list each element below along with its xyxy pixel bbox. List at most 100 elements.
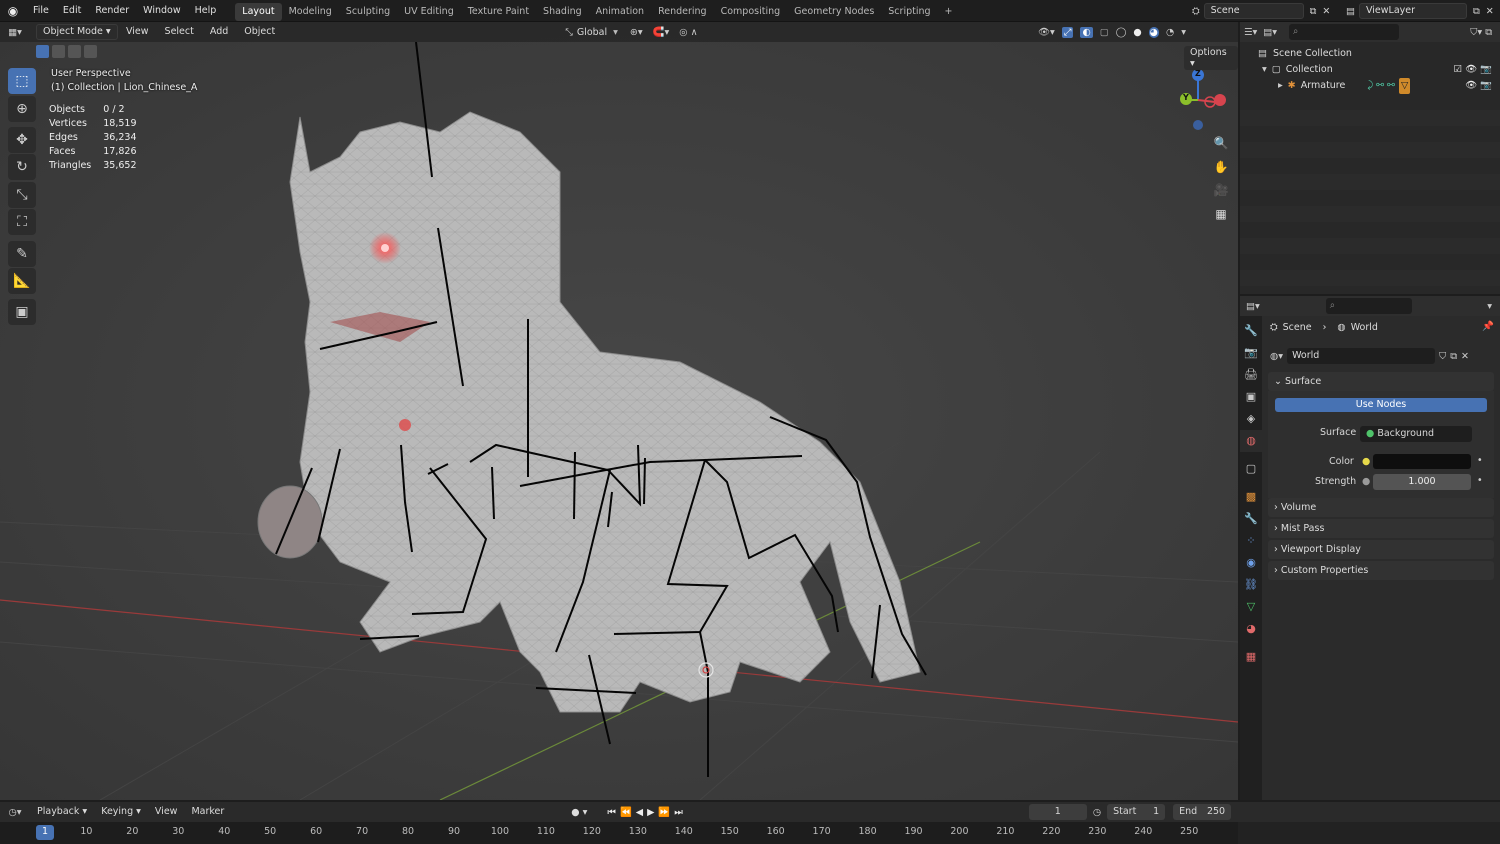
- volume-panel-header[interactable]: › Volume: [1268, 498, 1494, 517]
- view-layer-tab-icon[interactable]: ▣: [1240, 386, 1262, 408]
- collection-visibility-icons[interactable]: ☑ 👁 📷: [1454, 62, 1492, 78]
- timeline-view-menu[interactable]: View: [148, 802, 185, 822]
- jump-keyframe-back-icon[interactable]: ⏪: [620, 807, 636, 818]
- outliner-search-input[interactable]: ⌕: [1289, 24, 1400, 40]
- shading-options-icon[interactable]: ▾: [1181, 27, 1186, 38]
- gizmo-x-axis[interactable]: [1214, 94, 1226, 106]
- scale-tool-icon[interactable]: ⤡: [8, 182, 36, 208]
- timeline[interactable]: ◷▾ Playback ▾ Keying ▾ View Marker ● ▾ ⏮…: [0, 802, 1500, 844]
- outliner-row-armature[interactable]: ▸ ✱ Armature ⤸ ⚯ ⚯ ▽ 👁 📷: [1240, 78, 1500, 94]
- armature-modifier-icons[interactable]: ⤸ ⚯ ⚯: [1367, 78, 1395, 94]
- world-tab-icon[interactable]: ◍: [1240, 430, 1262, 452]
- outliner-editor-type-icon[interactable]: ☰▾: [1244, 27, 1257, 38]
- scene-tab-icon[interactable]: ◈: [1240, 408, 1262, 430]
- keyframe-dot-icon[interactable]: •: [1477, 475, 1483, 486]
- measure-tool-icon[interactable]: 📐: [8, 268, 36, 294]
- pan-hand-icon[interactable]: ✋: [1210, 156, 1232, 178]
- outliner-row-collection[interactable]: ▾ ▢ Collection ☑ 👁 📷: [1240, 62, 1500, 78]
- menu-add[interactable]: Add: [202, 22, 236, 42]
- select-box-tool-icon[interactable]: ⬚: [8, 68, 36, 94]
- play-reverse-icon[interactable]: ◀: [636, 807, 647, 818]
- tab-texture-paint[interactable]: Texture Paint: [461, 3, 536, 21]
- new-view-layer-icon[interactable]: ⧉: [1473, 6, 1480, 17]
- fake-user-shield-icon[interactable]: ⛉: [1439, 351, 1446, 362]
- orientation-dropdown[interactable]: Global: [577, 27, 607, 38]
- overlay-toggle-icon[interactable]: ◐: [1080, 26, 1093, 38]
- properties-options-icon[interactable]: ▾: [1487, 301, 1492, 312]
- jump-keyframe-forward-icon[interactable]: ⏩: [658, 807, 674, 818]
- options-button[interactable]: Options ▾: [1184, 46, 1238, 70]
- cursor-tool-icon[interactable]: ⊕: [8, 96, 36, 122]
- texture-tab-icon[interactable]: ▦: [1240, 646, 1262, 668]
- world-browse-icon[interactable]: ◍▾: [1270, 351, 1283, 362]
- menu-edit[interactable]: Edit: [56, 0, 88, 22]
- collection-tab-icon[interactable]: ▢: [1240, 458, 1262, 480]
- outliner[interactable]: ☰▾ ▤▾ ⌕ ⛉▾ ⧉ ▤ Scene Collection ▾ ▢ Coll…: [1240, 22, 1500, 294]
- object-tab-icon[interactable]: ▩: [1240, 486, 1262, 508]
- modifier-tab-icon[interactable]: 🔧: [1240, 508, 1262, 530]
- properties-search-input[interactable]: ⌕: [1325, 298, 1412, 314]
- snap-icon[interactable]: 🧲▾: [653, 27, 670, 38]
- tab-shading[interactable]: Shading: [536, 3, 589, 21]
- properties-editor[interactable]: ▤▾ ⌕ ▾ 🔧 📷 🖨 ▣ ◈ ◍ ▢ ▩ 🔧 ⁘ ◉ ⛓ ▽ ◕ ▦ ⛭ S…: [1240, 296, 1500, 800]
- add-cube-tool-icon[interactable]: ▣: [8, 299, 36, 325]
- menu-view[interactable]: View: [118, 22, 157, 42]
- tab-rendering[interactable]: Rendering: [651, 3, 714, 21]
- tab-sculpting[interactable]: Sculpting: [339, 3, 397, 21]
- blender-logo-icon[interactable]: ◉: [0, 4, 26, 18]
- frame-ruler[interactable]: 1 10 20 30 40 50 60 70 80 90 100 110 120 130 140 150 160…: [0, 822, 1238, 844]
- use-nodes-button[interactable]: Use Nodes: [1275, 398, 1487, 412]
- gizmo-toggle-icon[interactable]: ⤢: [1061, 26, 1074, 38]
- menu-render[interactable]: Render: [88, 0, 136, 22]
- mesh-data-icon[interactable]: ▽: [1399, 78, 1411, 94]
- menu-window[interactable]: Window: [136, 0, 187, 22]
- timeline-editor-type-icon[interactable]: ◷▾: [0, 807, 30, 818]
- move-tool-icon[interactable]: ✥: [8, 127, 36, 153]
- pivot-icon[interactable]: ⊛▾: [630, 27, 643, 38]
- menu-help[interactable]: Help: [188, 0, 224, 22]
- tab-uv-editing[interactable]: UV Editing: [397, 3, 461, 21]
- constraints-tab-icon[interactable]: ⛓: [1240, 574, 1262, 596]
- menu-object[interactable]: Object: [236, 22, 283, 42]
- pin-icon[interactable]: 📌: [1482, 321, 1494, 332]
- start-frame-input[interactable]: Start 1: [1107, 804, 1166, 820]
- keying-menu[interactable]: Keying ▾: [94, 802, 148, 822]
- scene-selector[interactable]: ⛭ Scene ⧉ ✕: [1192, 3, 1330, 19]
- view-layer-selector[interactable]: ▤ ViewLayer ⧉ ✕: [1346, 3, 1494, 19]
- scene-name-field[interactable]: Scene: [1203, 3, 1304, 19]
- marker-menu[interactable]: Marker: [184, 802, 231, 822]
- play-icon[interactable]: ▶: [647, 807, 658, 818]
- data-tab-icon[interactable]: ▽: [1240, 596, 1262, 618]
- object-mode-dropdown[interactable]: Object Mode ▾: [36, 24, 118, 40]
- preview-range-icon[interactable]: ◷: [1093, 807, 1101, 818]
- custom-properties-panel-header[interactable]: › Custom Properties: [1268, 561, 1494, 580]
- solid-shading-icon[interactable]: ●: [1133, 27, 1141, 38]
- wireframe-shading-icon[interactable]: ◯: [1116, 27, 1127, 38]
- mist-pass-panel-header[interactable]: › Mist Pass: [1268, 519, 1494, 538]
- view-layer-name-field[interactable]: ViewLayer: [1358, 3, 1467, 19]
- zoom-icon[interactable]: 🔍: [1210, 132, 1232, 154]
- menu-select[interactable]: Select: [157, 22, 202, 42]
- material-shading-icon[interactable]: ◕: [1148, 26, 1159, 38]
- collapse-arrow-icon[interactable]: ▸: [1278, 78, 1283, 94]
- duplicate-world-icon[interactable]: ⧉: [1450, 351, 1457, 362]
- visibility-icon[interactable]: 👁▾: [1038, 27, 1055, 38]
- tab-layout[interactable]: Layout: [235, 2, 282, 21]
- armature-visibility-icons[interactable]: 👁 📷: [1465, 78, 1492, 94]
- xray-icon[interactable]: ▢: [1100, 27, 1109, 38]
- tab-compositing[interactable]: Compositing: [714, 3, 788, 21]
- tab-modeling[interactable]: Modeling: [282, 3, 339, 21]
- proportional-edit-icon[interactable]: ◎ ∧: [679, 27, 697, 38]
- select-new-icon[interactable]: [36, 45, 49, 58]
- expand-arrow-icon[interactable]: ▾: [1262, 62, 1267, 78]
- keyframe-dot-icon[interactable]: •: [1477, 455, 1483, 466]
- editor-type-icon[interactable]: ▦▾: [0, 27, 30, 38]
- tool-tab-icon[interactable]: 🔧: [1240, 320, 1262, 342]
- current-frame-input[interactable]: 1: [1028, 804, 1087, 820]
- rendered-shading-icon[interactable]: ◔: [1166, 27, 1174, 38]
- physics-tab-icon[interactable]: ◉: [1240, 552, 1262, 574]
- delete-scene-icon[interactable]: ✕: [1322, 6, 1330, 17]
- outliner-row-scene-collection[interactable]: ▤ Scene Collection: [1240, 46, 1500, 62]
- annotate-tool-icon[interactable]: ✎: [8, 241, 36, 267]
- unlink-world-icon[interactable]: ✕: [1461, 351, 1469, 362]
